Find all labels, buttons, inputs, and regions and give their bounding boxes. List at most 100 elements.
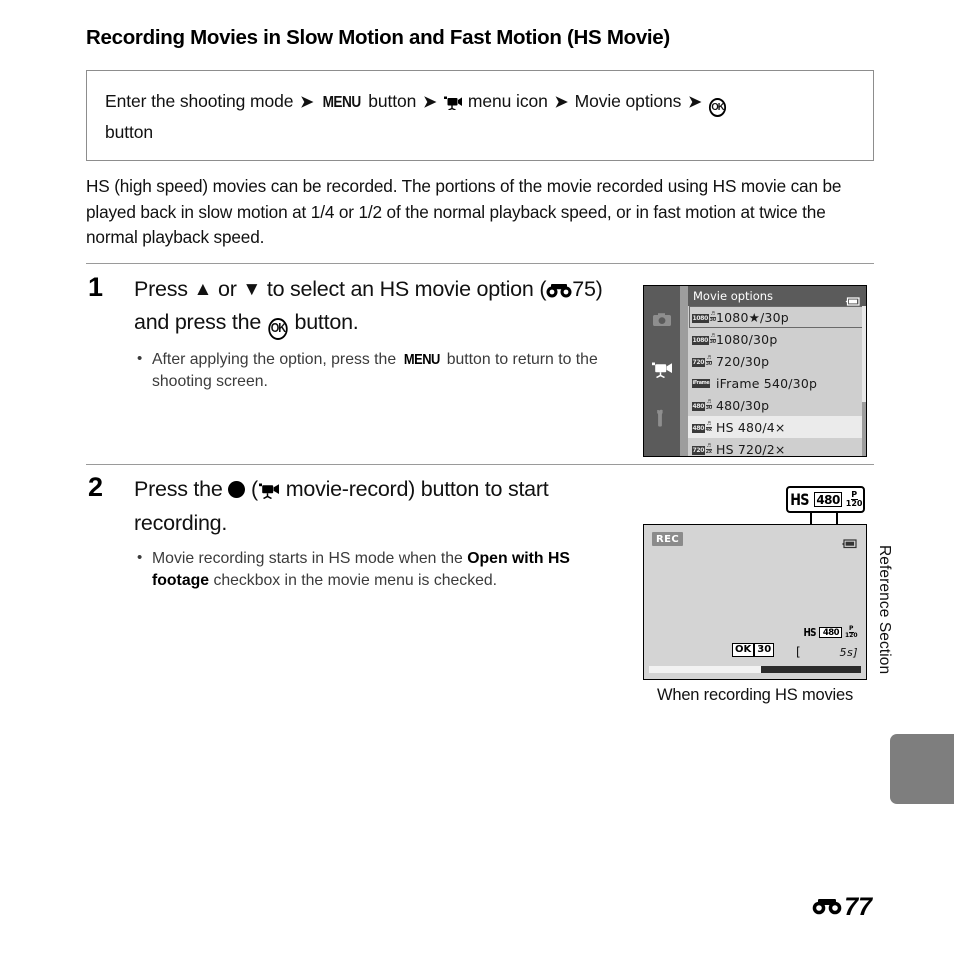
menu-row-label: 1080/30p: [716, 331, 778, 347]
step-1-text-or: or: [218, 277, 237, 301]
res-icon-fps: 30: [705, 404, 713, 411]
step-1-bullet-item: After applying the option, press the MEN…: [134, 348, 604, 392]
menu-row[interactable]: 1080 ♬ 30 1080★/30p: [688, 306, 866, 328]
time-bracket-right: ]: [853, 646, 858, 659]
menu-sidebar: [644, 286, 680, 456]
menu-row[interactable]: 720 ♬ 2x HS 720/2×: [688, 438, 866, 457]
menu-row[interactable]: 720 ♬ 30 720/30p: [688, 350, 866, 372]
step-2-paren-open: (: [251, 477, 258, 501]
page-number: 77: [812, 893, 872, 922]
horizontal-rule-1: [86, 263, 874, 264]
menu-sidebar-edge: [680, 286, 688, 456]
menu-row-label: HS 720/2×: [716, 441, 786, 457]
nav-text-menu-icon: menu icon: [467, 91, 548, 111]
nav-text-enter-shooting-mode: Enter the shooting mode: [105, 91, 294, 111]
step-1-heading: Press ▲ or ▼ to select an HS movie optio…: [134, 274, 604, 340]
menu-row-label: 1080★/30p: [716, 309, 789, 325]
movie-camera-icon: [443, 90, 463, 118]
resolution-hs480-icon: 480 ♬ 4x: [692, 420, 712, 433]
ok-button-icon-2: OK: [268, 318, 288, 340]
menu-row[interactable]: 1080 ♬ 30 1080/30p: [688, 328, 866, 350]
hs-mode-callout-badge: HS 480 P 120: [786, 486, 865, 513]
record-button-icon: [228, 481, 246, 498]
step-2-bullet-text-a: Movie recording starts in HS mode when t…: [152, 550, 463, 567]
menu-scrollbar-thumb[interactable]: [862, 306, 866, 402]
wrench-icon[interactable]: [654, 409, 670, 431]
step-2-text-press-the: Press the: [134, 477, 223, 501]
step-2-number: 2: [88, 472, 104, 502]
movie-camera-icon-sidebar[interactable]: [651, 361, 673, 382]
step-1-number: 1: [88, 272, 104, 302]
menu-row-label: iFrame 540/30p: [716, 375, 818, 391]
time-remaining: 5s]: [839, 646, 858, 659]
step-1-bullets: After applying the option, press the MEN…: [134, 348, 604, 392]
menu-rows: 1080 ♬ 30 1080★/30p 1080 ♬ 30 1080/30p 720 ♬ 3…: [688, 306, 866, 457]
step-1-text-select-option: to select an HS movie option: [266, 277, 534, 301]
section-tab-marker: [890, 734, 954, 804]
res-icon-fps: 30: [709, 338, 717, 345]
res-icon-num: 1080: [692, 335, 709, 345]
nav-text-button-1: button: [368, 91, 417, 111]
reference-e-mark-icon-2: [812, 893, 842, 922]
step-1: 1 Press ▲ or ▼ to select an HS movie opt…: [88, 274, 628, 392]
menu-row[interactable]: iFrame iFrame 540/30p: [688, 372, 866, 394]
step-2-bullet-item: Movie recording starts in HS mode when t…: [134, 547, 604, 591]
time-remaining-value: 5s: [839, 646, 854, 659]
arrow-right-icon-3: ➤: [554, 94, 568, 111]
resolution-1080-30-icon-2: 1080 ♬ 30: [692, 332, 717, 345]
iframe-icon: iFrame: [692, 378, 716, 388]
resolution-hs720-icon: 720 ♬ 2x: [692, 442, 712, 455]
camera-icon[interactable]: [652, 312, 672, 331]
callout-resolution-box: 480: [813, 492, 843, 507]
menu-titlebar: Movie options: [688, 286, 866, 306]
arrow-right-icon-2: ➤: [423, 94, 437, 111]
menu-button-glyph-1: MENU: [322, 94, 362, 111]
step-2-bullet-bold-1: Open with: [467, 550, 544, 567]
arrow-right-icon-1: ➤: [300, 94, 314, 111]
horizontal-rule-2: [86, 464, 874, 465]
down-arrow-icon: ▼: [242, 279, 262, 300]
navigation-path-box: Enter the shooting mode ➤ MENU button ➤ …: [86, 70, 874, 161]
ok-hint-badge: OK 30: [732, 643, 775, 657]
menu-row-label: HS 480/4×: [716, 419, 786, 435]
res-icon-num: iFrame: [692, 378, 710, 388]
res-icon-num: 480: [692, 423, 705, 433]
section-side-label: Reference Section: [876, 545, 893, 675]
step-2-bullet-text-b: checkbox in the movie menu is checked.: [213, 571, 498, 589]
time-bracket-left: [: [796, 645, 801, 659]
intro-paragraph: HS (high speed) movies can be recorded. …: [86, 176, 842, 247]
res-icon-fps: 30: [705, 360, 713, 367]
camera-menu-screenshot: Movie options 1080 ♬ 30 1080★/30p 1080 ♬ 30: [643, 285, 867, 457]
page-number-value: 77: [844, 893, 872, 921]
menu-scrollbar[interactable]: [862, 306, 866, 456]
step-2-heading: Press the ( movie-record) button to star…: [134, 474, 604, 539]
res-icon-num: 720: [692, 445, 705, 455]
step-1-ref-paren-open: (: [539, 277, 547, 301]
nav-text-movie-options: Movie options: [574, 91, 682, 111]
hs-indicator-framerate: P 120: [844, 626, 858, 639]
res-icon-num: 480: [692, 401, 705, 411]
res-icon-fps: 30: [709, 316, 717, 323]
movie-camera-icon-2: [258, 477, 280, 508]
navigation-path-line-2: button: [105, 122, 154, 142]
callout-hs-label: HS: [790, 490, 809, 509]
up-arrow-icon: ▲: [193, 279, 213, 300]
step-2: 2 Press the ( movie-record) button to st…: [88, 474, 628, 591]
page-title: Recording Movies in Slow Motion and Fast…: [86, 26, 670, 49]
menu-row[interactable]: 480 ♬ 30 480/30p: [688, 394, 866, 416]
menu-row-selected[interactable]: 480 ♬ 4x HS 480/4×: [688, 416, 866, 438]
menu-row-label: 480/30p: [716, 397, 770, 413]
reference-e-mark-icon-1: [546, 276, 572, 307]
recording-progress-fill: [649, 666, 762, 673]
step-2-bullets: Movie recording starts in HS mode when t…: [134, 547, 604, 591]
menu-button-glyph-2: MENU: [403, 351, 440, 368]
step-1-bullet-text-a: After applying the option, press the: [152, 351, 397, 368]
callout-leader-line-right: [836, 513, 838, 525]
step-1-text-press: Press: [134, 277, 188, 301]
res-icon-fps: 2x: [705, 448, 712, 455]
ok-hint-label: OK: [733, 644, 754, 656]
menu-row-label: 720/30p: [716, 353, 770, 369]
recording-screen-screenshot: REC HS 480 P 120 OK 30 [ 5s]: [643, 524, 867, 680]
navigation-path-line-1: Enter the shooting mode ➤ MENU button ➤ …: [105, 87, 855, 118]
step-1-ref-number: 75: [572, 277, 596, 301]
